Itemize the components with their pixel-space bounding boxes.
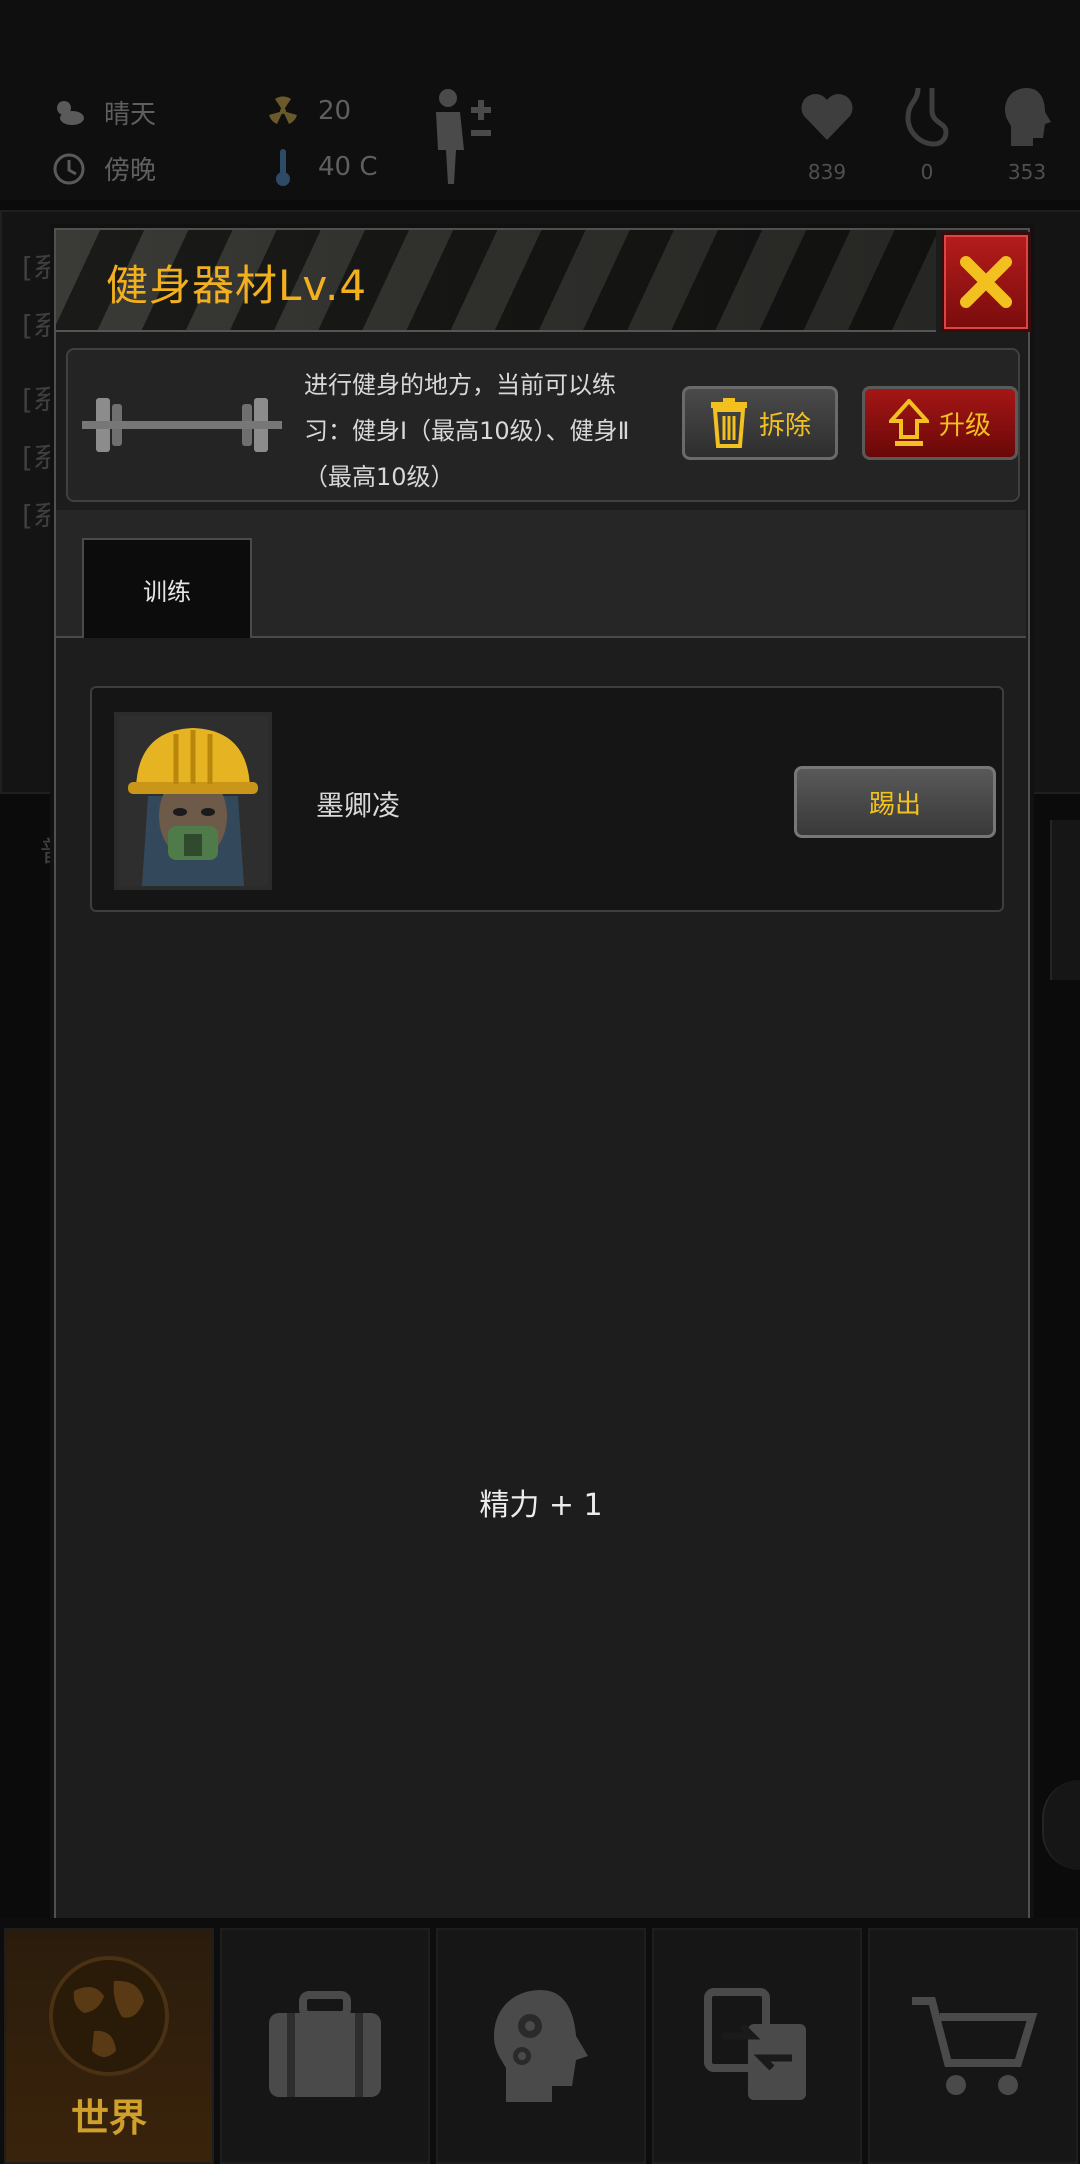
weather-icon [52, 96, 86, 130]
nav-skills[interactable] [436, 1928, 646, 2164]
nav-inventory[interactable] [220, 1928, 430, 2164]
upgrade-label: 升级 [938, 410, 991, 441]
nav-world[interactable]: 世界 [4, 1928, 214, 2164]
training-effect: 精力 + 1 [479, 1488, 603, 1523]
head-gears-icon [494, 1990, 588, 2102]
radiation-icon [266, 94, 300, 128]
health-stat: 839 [782, 82, 872, 184]
radiation-stat: 20 [266, 94, 351, 128]
survivor-count-icon[interactable] [428, 86, 496, 190]
barbell-icon [82, 390, 282, 464]
mind-stat: 353 [982, 82, 1072, 184]
bottom-nav: 世界 [0, 1918, 1080, 2164]
close-button[interactable] [941, 232, 1031, 332]
member-row: 墨卿凌 踢出 [90, 686, 1004, 912]
thermometer-icon [266, 149, 300, 186]
exchange-icon [704, 1988, 806, 2100]
clock-icon [52, 152, 86, 186]
temperature-value: 40 C [318, 152, 378, 182]
dismantle-label: 拆除 [758, 410, 811, 441]
close-icon [960, 256, 1012, 308]
bg-side-panel [1050, 820, 1080, 980]
health-value: 839 [807, 160, 847, 184]
dismantle-button[interactable]: 拆除 [682, 386, 838, 460]
modal-title: 健身器材Lv.4 [106, 261, 368, 310]
temperature-stat: 40 C [266, 149, 378, 186]
cart-icon [912, 1997, 1038, 2095]
weather-stat: 晴天 [52, 94, 156, 131]
tab-training-label: 训练 [143, 577, 191, 606]
avatar[interactable] [114, 712, 272, 890]
member-name: 墨卿凌 [316, 789, 401, 822]
radiation-value: 20 [318, 96, 352, 126]
nav-trade[interactable] [652, 1928, 862, 2164]
kick-button[interactable]: 踢出 [794, 766, 996, 838]
upgrade-button[interactable]: 升级 [862, 386, 1018, 460]
modal-header: 健身器材Lv.4 [56, 230, 936, 332]
stomach-icon [882, 82, 972, 152]
hunger-value: 0 [920, 160, 934, 184]
nav-shop[interactable] [868, 1928, 1078, 2164]
tab-training[interactable]: 训练 [82, 538, 252, 638]
nav-world-label: 世界 [70, 2095, 147, 2140]
facility-info-bar: 进行健身的地方，当前可以练习：健身Ⅰ（最高10级）、健身Ⅱ（最高10级） 拆除 … [66, 348, 1020, 502]
time-text: 傍晚 [104, 156, 157, 186]
globe-icon [49, 1955, 169, 2076]
time-stat: 傍晚 [52, 150, 156, 187]
brain-head-icon [982, 82, 1072, 152]
status-bar: 晴天 傍晚 20 40 C 839 0 353 [0, 0, 1080, 200]
upgrade-arrow-icon [888, 399, 929, 446]
facility-modal: 健身器材Lv.4 进行健身的地方，当前可以练习：健身Ⅰ（最高10级）、健身Ⅱ（最… [54, 228, 1031, 1934]
kick-label: 踢出 [868, 789, 921, 820]
facility-description: 进行健身的地方，当前可以练习：健身Ⅰ（最高10级）、健身Ⅱ（最高10级） [304, 371, 630, 491]
mind-value: 353 [1007, 160, 1047, 184]
heart-icon [782, 82, 872, 152]
suitcase-icon [269, 1991, 381, 2097]
weather-text: 晴天 [104, 100, 157, 130]
hunger-stat: 0 [882, 82, 972, 184]
trash-icon [710, 398, 747, 448]
settings-gear-partial [1042, 1780, 1080, 1870]
